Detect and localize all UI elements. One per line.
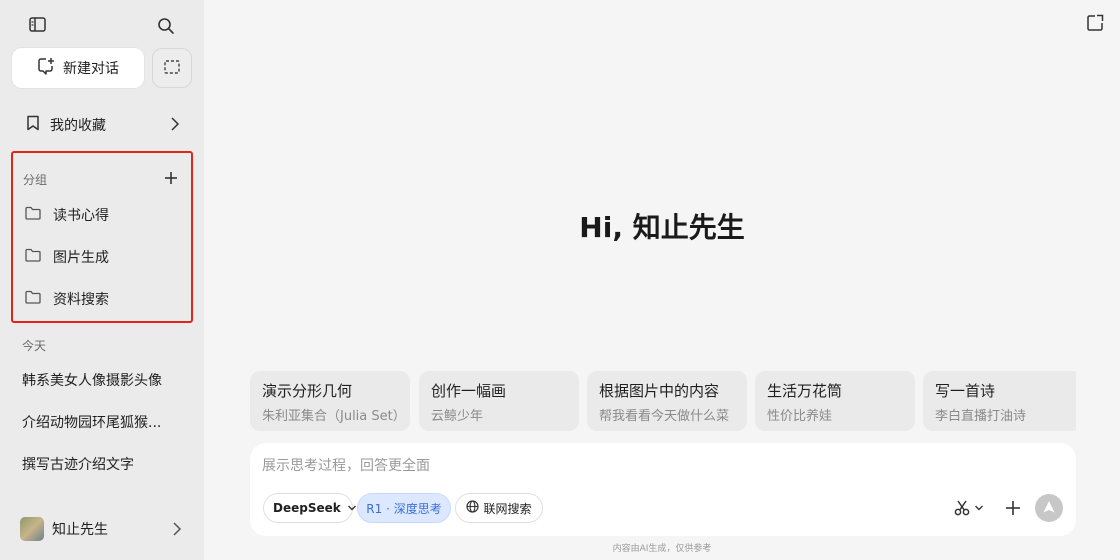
disclaimer-text: 内容由AI生成，仅供参考 <box>612 544 712 554</box>
globe-icon <box>466 500 480 516</box>
folder-icon <box>25 206 41 224</box>
suggestion-subtitle: 云鲸少年 <box>431 409 484 424</box>
today-heading: 今天 <box>22 339 47 353</box>
web-search-label: 联网搜索 <box>483 501 532 516</box>
new-window-button[interactable] <box>1086 14 1106 34</box>
screenshot-icon <box>164 59 180 78</box>
suggestion-card[interactable]: 生活万花筒 性价比养娃 <box>755 371 915 431</box>
attach-plus-icon[interactable] <box>1002 497 1024 519</box>
screenshot-button[interactable] <box>152 48 192 88</box>
history-item[interactable]: 韩系美女人像摄影头像 <box>22 370 192 390</box>
suggestion-card[interactable]: 演示分形几何 朱利亚集合（Julia Set） <box>250 371 410 431</box>
chevron-down-icon[interactable] <box>972 497 986 519</box>
message-input[interactable] <box>262 455 1042 481</box>
search-icon[interactable] <box>153 13 179 39</box>
avatar <box>20 517 44 541</box>
greeting: Hi, 知止先生 <box>579 211 745 244</box>
new-chat-label: 新建对话 <box>63 61 119 77</box>
add-group-button[interactable] <box>161 169 181 189</box>
suggestion-title: 演示分形几何 <box>262 382 353 400</box>
new-chat-icon <box>37 57 55 79</box>
send-arrow-icon <box>1042 499 1056 518</box>
suggestion-card[interactable]: 创作一幅画 云鲸少年 <box>419 371 579 431</box>
suggestion-title: 生活万花筒 <box>767 382 843 400</box>
scissors-icon[interactable] <box>951 497 973 519</box>
model-label: DeepSeek <box>273 501 341 515</box>
group-item-image-gen[interactable]: 图片生成 <box>25 242 185 272</box>
web-search-toggle[interactable]: 联网搜索 <box>455 493 543 523</box>
suggestion-title: 根据图片中的内容 <box>599 382 720 400</box>
user-profile[interactable]: 知止先生 <box>20 516 192 542</box>
chevron-right-icon <box>172 521 182 540</box>
main-area: Hi, 知止先生 演示分形几何 朱利亚集合（Julia Set） 创作一幅画 云… <box>204 0 1120 560</box>
group-item-label: 读书心得 <box>53 208 109 224</box>
deep-think-label: R1 · 深度思考 <box>366 501 442 516</box>
favorites-label: 我的收藏 <box>50 118 106 134</box>
groups-section: 分组 读书心得 图片生成 资料搜索 <box>11 151 193 323</box>
suggestion-subtitle: 性价比养娃 <box>767 409 833 424</box>
favorites-item[interactable]: 我的收藏 <box>12 108 192 142</box>
history-item[interactable]: 介绍动物园环尾狐猴... <box>22 412 192 432</box>
chevron-down-icon <box>347 501 357 515</box>
sidebar-toggle-icon[interactable] <box>25 12 51 38</box>
folder-icon <box>25 248 41 266</box>
group-item-label: 图片生成 <box>53 250 109 266</box>
suggestion-subtitle: 李白直播打油诗 <box>935 409 1027 424</box>
new-chat-button[interactable]: 新建对话 <box>12 48 144 88</box>
plus-icon <box>164 170 178 189</box>
send-button[interactable] <box>1035 494 1063 522</box>
deep-think-toggle[interactable]: R1 · 深度思考 <box>357 493 451 523</box>
sidebar: 新建对话 我的收藏 分组 读书心得 图片生成 资料搜索 今天 韩系美女人像摄影头… <box>0 0 204 560</box>
history-item[interactable]: 撰写古迹介绍文字 <box>22 454 192 474</box>
suggestion-card[interactable]: 写一首诗 李白直播打油诗 <box>923 371 1076 431</box>
group-item-research[interactable]: 资料搜索 <box>25 284 185 314</box>
suggestion-subtitle: 朱利亚集合（Julia Set） <box>262 409 406 424</box>
groups-heading: 分组 <box>23 173 48 187</box>
suggestion-cards: 演示分形几何 朱利亚集合（Julia Set） 创作一幅画 云鲸少年 根据图片中… <box>250 371 1076 431</box>
suggestion-card[interactable]: 根据图片中的内容 帮我看看今天做什么菜 <box>587 371 747 431</box>
suggestion-title: 写一首诗 <box>935 382 996 400</box>
group-item-reading[interactable]: 读书心得 <box>25 200 185 230</box>
message-composer: DeepSeek R1 · 深度思考 联网搜索 <box>250 443 1076 536</box>
user-name: 知止先生 <box>52 522 108 538</box>
model-selector[interactable]: DeepSeek <box>263 493 356 523</box>
folder-icon <box>25 290 41 308</box>
suggestion-subtitle: 帮我看看今天做什么菜 <box>599 409 730 424</box>
sidebar-top-bar <box>0 12 204 38</box>
chevron-right-icon <box>170 117 180 135</box>
new-window-icon <box>1086 14 1104 36</box>
bookmark-icon <box>26 115 40 135</box>
suggestion-title: 创作一幅画 <box>431 382 507 400</box>
group-item-label: 资料搜索 <box>53 292 109 308</box>
